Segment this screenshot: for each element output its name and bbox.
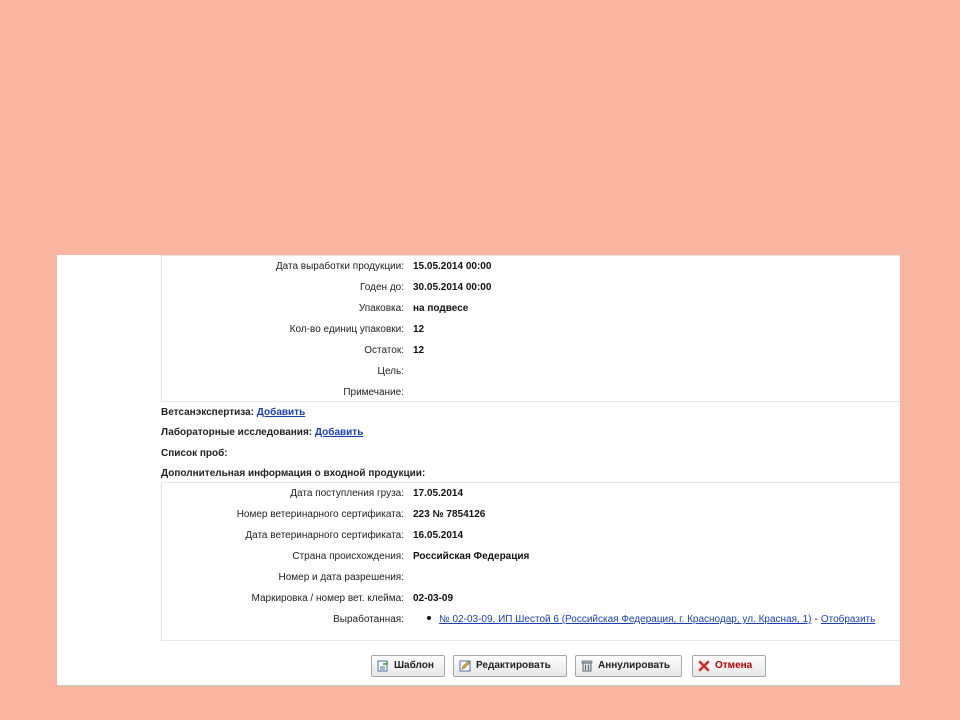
field-label: Страна происхождения: <box>292 551 404 562</box>
row-origin-country: Страна происхождения: Российская Федерац… <box>162 546 900 567</box>
samples-label: Список проб: <box>161 448 228 459</box>
row-remainder: Остаток: 12 <box>162 340 900 361</box>
show-link[interactable]: Отобразить <box>821 614 876 625</box>
vet-expertise-section: Ветсанэкспертиза: Добавить <box>161 407 305 418</box>
separator: - <box>814 614 818 625</box>
samples-section: Список проб: <box>161 448 228 459</box>
row-marking: Маркировка / номер вет. клейма: 02-03-09 <box>162 588 900 609</box>
field-value: Российская Федерация <box>413 551 530 562</box>
field-value: 02-03-09 <box>413 593 454 604</box>
annul-button-label: Аннулировать <box>598 660 671 671</box>
row-produced: Выработанная: № 02-03-09, ИП Шестой 6 (Р… <box>162 609 900 630</box>
row-production-date: Дата выработки продукции: 15.05.2014 00:… <box>162 256 900 277</box>
field-value: 12 <box>413 324 425 335</box>
field-value: 12 <box>413 345 425 356</box>
field-label: Номер ветеринарного сертификата: <box>236 509 404 520</box>
field-value: 30.05.2014 00:00 <box>413 282 492 293</box>
produced-list: № 02-03-09, ИП Шестой 6 (Российская Феде… <box>409 609 875 630</box>
field-label: Дата выработки продукции: <box>275 261 404 272</box>
action-buttons: Шаблон Редактировать Аннулировать Отмена <box>57 655 900 679</box>
edit-button[interactable]: Редактировать <box>453 655 567 677</box>
additional-info-section: Дополнительная информация о входной прод… <box>161 468 425 479</box>
field-label: Годен до: <box>360 282 404 293</box>
field-label: Дата поступления груза: <box>290 488 404 499</box>
lab-research-add-link[interactable]: Добавить <box>315 427 363 438</box>
cancel-button[interactable]: Отмена <box>692 655 766 677</box>
product-details-table: Дата выработки продукции: 15.05.2014 00:… <box>161 255 900 402</box>
field-label: Упаковка: <box>358 303 404 314</box>
field-value: 15.05.2014 00:00 <box>413 261 492 272</box>
bullet-icon <box>427 616 431 621</box>
field-label: Цель: <box>377 366 404 377</box>
cancel-button-label: Отмена <box>715 660 753 671</box>
lab-research-section: Лабораторные исследования: Добавить <box>161 427 363 438</box>
producer-link[interactable]: № 02-03-09, ИП Шестой 6 (Российская Феде… <box>439 614 811 625</box>
edit-button-label: Редактировать <box>476 660 551 671</box>
field-value: 16.05.2014 <box>413 530 464 541</box>
lab-research-label: Лабораторные исследования: <box>161 427 313 438</box>
row-purpose: Цель: <box>162 361 900 382</box>
template-icon <box>377 660 388 672</box>
content-panel: Дата выработки продукции: 15.05.2014 00:… <box>57 255 900 686</box>
edit-icon <box>459 660 471 672</box>
row-arrival-date: Дата поступления груза: 17.05.2014 <box>162 483 900 504</box>
field-label: Кол-во единиц упаковки: <box>289 324 404 335</box>
field-value: на подвесе <box>413 303 469 314</box>
row-packaging: Упаковка: на подвесе <box>162 298 900 319</box>
row-permit: Номер и дата разрешения: <box>162 567 900 588</box>
row-cert-number: Номер ветеринарного сертификата: 223 № 7… <box>162 504 900 525</box>
row-expiry-date: Годен до: 30.05.2014 00:00 <box>162 277 900 298</box>
field-label: Маркировка / номер вет. клейма: <box>251 593 404 604</box>
field-label: Выработанная: <box>333 614 404 625</box>
incoming-details-table: Дата поступления груза: 17.05.2014 Номер… <box>161 482 900 641</box>
field-value: 223 № 7854126 <box>413 509 486 520</box>
vet-expertise-add-link[interactable]: Добавить <box>257 407 305 418</box>
row-package-count: Кол-во единиц упаковки: 12 <box>162 319 900 340</box>
field-label: Остаток: <box>364 345 404 356</box>
vet-expertise-label: Ветсанэкспертиза: <box>161 407 255 418</box>
row-cert-date: Дата ветеринарного сертификата: 16.05.20… <box>162 525 900 546</box>
field-label: Примечание: <box>343 387 404 398</box>
field-label: Номер и дата разрешения: <box>278 572 404 583</box>
close-icon <box>698 660 710 672</box>
annul-button[interactable]: Аннулировать <box>575 655 682 677</box>
additional-info-label: Дополнительная информация о входной прод… <box>161 468 426 479</box>
template-button-label: Шаблон <box>394 660 434 671</box>
field-label: Дата ветеринарного сертификата: <box>245 530 404 541</box>
field-value: 17.05.2014 <box>413 488 464 499</box>
row-note: Примечание: <box>162 382 900 403</box>
template-button[interactable]: Шаблон <box>371 655 445 677</box>
trash-icon <box>581 660 593 672</box>
